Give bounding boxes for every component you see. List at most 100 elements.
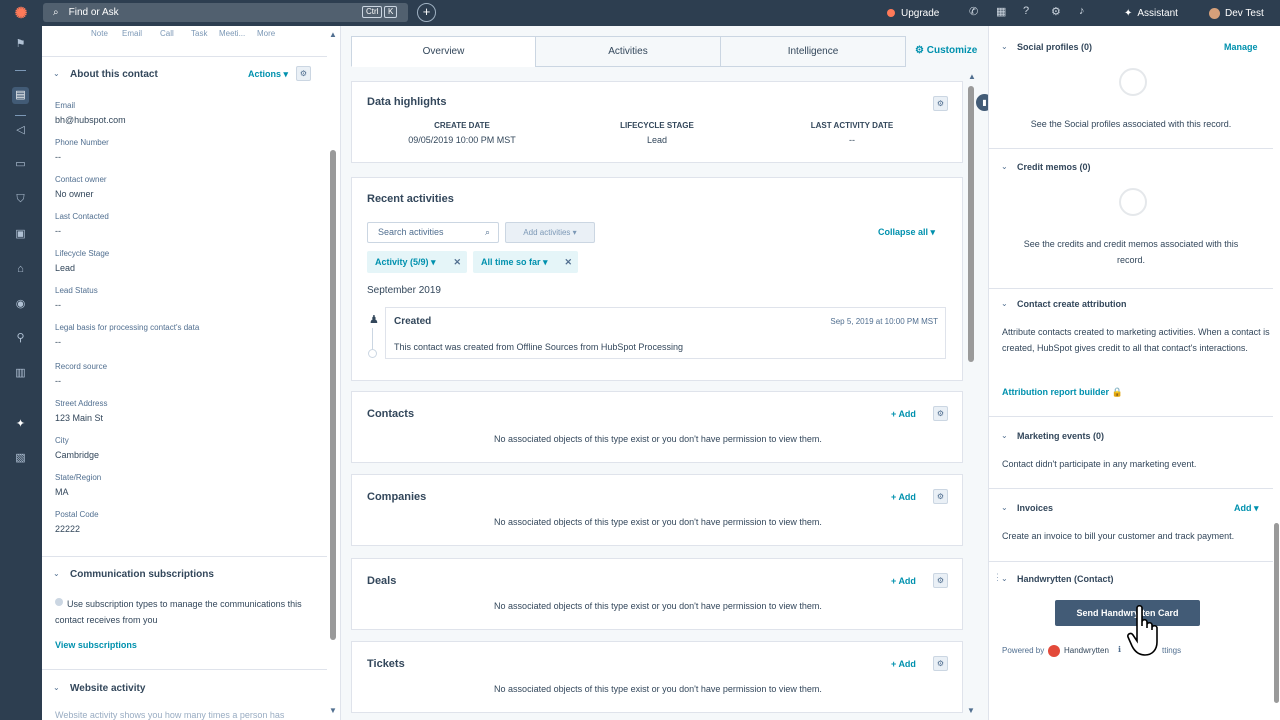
activity-item[interactable]: Created Sep 5, 2019 at 10:00 PM MST This… xyxy=(385,307,946,359)
field-value[interactable]: 123 Main St xyxy=(55,413,103,423)
field-value[interactable]: No owner xyxy=(55,189,94,199)
chevron-down-icon[interactable]: ⌄ xyxy=(53,69,60,78)
add-association-link[interactable]: + Add xyxy=(891,659,916,669)
quick-action-4[interactable]: Meeti... xyxy=(219,29,245,38)
quick-action-3[interactable]: Task xyxy=(191,29,207,38)
notifications-icon[interactable]: ♪ xyxy=(1079,5,1085,17)
credit-memos-title[interactable]: Credit memos (0) xyxy=(1017,162,1091,172)
field-value[interactable]: MA xyxy=(55,487,69,497)
data-highlights-card: Data highlights ⚙ CREATE DATE 09/05/2019… xyxy=(351,81,963,163)
time-filter-chip[interactable]: All time so far ▾ ✕ xyxy=(473,251,578,273)
close-icon[interactable]: ✕ xyxy=(453,251,461,273)
chevron-down-icon[interactable]: ⌄ xyxy=(53,569,60,578)
scroll-up-arrow-icon[interactable]: ▲ xyxy=(329,30,337,39)
marketing-events-title[interactable]: Marketing events (0) xyxy=(1017,431,1104,441)
social-profiles-title[interactable]: Social profiles (0) xyxy=(1017,42,1092,52)
field-value[interactable]: -- xyxy=(55,226,61,236)
field-value[interactable]: -- xyxy=(55,376,61,386)
help-icon[interactable]: ? xyxy=(1023,5,1029,17)
add-activities-dropdown[interactable]: Add activities ▾ xyxy=(505,222,595,243)
add-label: Add xyxy=(898,492,916,502)
view-subscriptions-link[interactable]: View subscriptions xyxy=(55,640,137,650)
content-icon[interactable]: ▭ xyxy=(12,156,29,173)
breeze-icon[interactable]: ✦ xyxy=(12,416,29,433)
upgrade-button[interactable]: Upgrade xyxy=(887,0,939,26)
right-panel-scrollbar[interactable] xyxy=(1274,523,1279,703)
website-activity-title[interactable]: Website activity xyxy=(70,683,145,694)
collapse-all-dropdown[interactable]: Collapse all ▾ xyxy=(878,227,935,238)
search-activities-input[interactable]: Search activities ⌕ xyxy=(367,222,499,243)
sales-icon[interactable]: ▣ xyxy=(12,226,29,243)
service-icon[interactable]: ⌂ xyxy=(12,261,29,278)
settings-link[interactable]: ttings xyxy=(1162,646,1181,655)
marketplace-icon[interactable]: ▦ xyxy=(996,5,1006,18)
assistant-button[interactable]: ✦ Assistant xyxy=(1124,0,1178,26)
chevron-down-icon[interactable]: ⌄ xyxy=(1001,162,1008,171)
tab-activities[interactable]: Activities xyxy=(535,36,721,67)
gear-icon[interactable]: ⚙ xyxy=(933,656,948,671)
chevron-down-icon[interactable]: ⌄ xyxy=(1001,431,1008,440)
about-contact-title[interactable]: About this contact xyxy=(70,69,158,80)
reporting-icon[interactable]: ▥ xyxy=(12,365,29,382)
add-association-link[interactable]: + Add xyxy=(891,492,916,502)
account-menu[interactable]: Dev Test xyxy=(1209,0,1264,26)
global-search-input[interactable]: ⌕ Find or Ask Ctrl K xyxy=(43,3,408,22)
add-invoice-link[interactable]: Add ▾ xyxy=(1234,503,1259,514)
quick-action-5[interactable]: More xyxy=(257,29,275,38)
chevron-down-icon[interactable]: ⌄ xyxy=(53,683,60,692)
marketing-icon[interactable]: ◁ xyxy=(12,122,29,139)
add-association-link[interactable]: + Add xyxy=(891,409,916,419)
attribution-report-link[interactable]: Attribution report builder 🔒 xyxy=(1002,387,1123,398)
comm-subscriptions-title[interactable]: Communication subscriptions xyxy=(70,569,214,580)
hubspot-logo-icon[interactable]: ✺ xyxy=(0,0,42,26)
phone-icon[interactable]: ✆ xyxy=(969,5,978,18)
scroll-up-arrow-icon[interactable]: ▲ xyxy=(968,72,976,81)
tab-intelligence[interactable]: Intelligence xyxy=(720,36,906,67)
middle-scrollbar[interactable] xyxy=(968,86,974,362)
commerce-icon[interactable]: ⛉ xyxy=(12,191,29,208)
chevron-down-icon[interactable]: ⌄ xyxy=(1001,42,1008,51)
nav-divider xyxy=(15,115,26,116)
settings-icon[interactable]: ⚙ xyxy=(1051,5,1061,18)
chevron-down-icon[interactable]: ⌄ xyxy=(1001,503,1008,512)
close-icon[interactable]: ✕ xyxy=(564,251,572,273)
gear-icon[interactable]: ⚙ xyxy=(296,66,311,81)
gear-icon[interactable]: ⚙ xyxy=(933,406,948,421)
record-tabs: Overview Activities Intelligence xyxy=(351,36,981,67)
automation-icon[interactable]: ⚲ xyxy=(12,330,29,347)
chevron-down-icon[interactable]: ⌄ xyxy=(1001,299,1008,308)
quick-action-1[interactable]: Email xyxy=(122,29,142,38)
customize-button[interactable]: ⚙ Customize xyxy=(915,45,977,56)
gear-icon[interactable]: ⚙ xyxy=(933,489,948,504)
data-icon[interactable]: ◉ xyxy=(12,296,29,313)
field-value[interactable]: -- xyxy=(55,300,61,310)
field-value[interactable]: bh@hubspot.com xyxy=(55,115,126,125)
manage-social-link[interactable]: Manage xyxy=(1224,42,1258,52)
activity-filter-chip[interactable]: Activity (5/9) ▾ ✕ xyxy=(367,251,467,273)
chevron-down-icon[interactable]: ⌄ xyxy=(1001,574,1008,583)
quick-action-0[interactable]: Note xyxy=(91,29,108,38)
create-new-button[interactable]: + xyxy=(417,3,436,22)
library-icon[interactable]: ▧ xyxy=(12,450,29,467)
scroll-down-arrow-icon[interactable]: ▼ xyxy=(967,706,975,715)
gear-icon[interactable]: ⚙ xyxy=(933,96,948,111)
field-value[interactable]: Lead xyxy=(55,263,75,273)
gear-icon[interactable]: ⚙ xyxy=(933,573,948,588)
scroll-down-arrow-icon[interactable]: ▼ xyxy=(329,706,337,715)
tab-overview[interactable]: Overview xyxy=(351,36,536,67)
bookmark-icon[interactable]: ⚑ xyxy=(12,36,29,53)
quick-action-2[interactable]: Call xyxy=(160,29,174,38)
field-value[interactable]: -- xyxy=(55,337,61,347)
contacts-icon[interactable]: ▤ xyxy=(12,87,29,104)
left-panel-scrollbar[interactable] xyxy=(330,150,336,640)
invoices-title[interactable]: Invoices xyxy=(1017,503,1053,513)
field-value[interactable]: Cambridge xyxy=(55,450,99,460)
field-value[interactable]: 22222 xyxy=(55,524,80,534)
attribution-title[interactable]: Contact create attribution xyxy=(1017,299,1127,309)
field-value[interactable]: -- xyxy=(55,152,61,162)
info-icon[interactable]: ℹ xyxy=(1118,645,1121,654)
actions-dropdown[interactable]: Actions ▾ xyxy=(248,69,288,80)
add-association-link[interactable]: + Add xyxy=(891,576,916,586)
handwrytten-title[interactable]: Handwrytten (Contact) xyxy=(1017,574,1114,584)
no-associations-text: No associated objects of this type exist… xyxy=(494,684,822,694)
